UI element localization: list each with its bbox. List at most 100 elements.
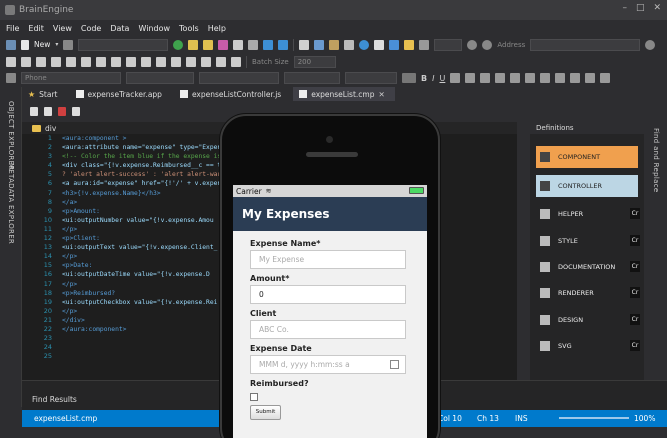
copy-icon[interactable]: [314, 39, 325, 50]
definition-component[interactable]: COMPONENT: [536, 146, 638, 168]
delete-icon[interactable]: [344, 39, 355, 50]
size-select[interactable]: [284, 72, 340, 84]
underline-icon[interactable]: U: [439, 74, 445, 83]
definition-controller[interactable]: CONTROLLER: [536, 175, 638, 197]
doc-edit-icon[interactable]: [44, 107, 52, 116]
paste-icon[interactable]: [329, 39, 340, 50]
settings-icon[interactable]: [404, 39, 415, 50]
print-icon[interactable]: [248, 39, 259, 50]
help-icon[interactable]: [389, 39, 400, 50]
play-icon[interactable]: [21, 56, 31, 67]
calendar-icon[interactable]: [390, 360, 399, 369]
doc-refresh-icon[interactable]: [72, 107, 80, 116]
new-button[interactable]: New: [34, 40, 50, 49]
create-button[interactable]: Cr: [630, 340, 640, 351]
grid-icon[interactable]: [81, 56, 91, 67]
definition-helper[interactable]: HELPER Cr: [536, 203, 640, 225]
undo-icon[interactable]: [263, 39, 274, 50]
minimize-button[interactable]: –: [622, 3, 627, 13]
menu-edit[interactable]: Edit: [28, 24, 44, 33]
import-icon[interactable]: [156, 56, 166, 67]
tab-expense-list-controller[interactable]: expenseListController.js: [173, 87, 292, 101]
create-button[interactable]: Cr: [630, 287, 640, 298]
maximize-button[interactable]: □: [636, 3, 645, 13]
align-left-icon[interactable]: [465, 73, 476, 83]
expense-name-input[interactable]: My Expense: [250, 250, 406, 269]
menu-file[interactable]: File: [6, 24, 19, 33]
close-doc-icon[interactable]: [63, 39, 74, 50]
close-button[interactable]: ✕: [653, 3, 661, 13]
zoom-combo[interactable]: [434, 38, 463, 51]
table-icon[interactable]: [66, 56, 76, 67]
run-icon[interactable]: [173, 39, 184, 50]
align-right-icon[interactable]: [495, 73, 506, 83]
definition-documentation[interactable]: DOCUMENTATION Cr: [536, 256, 640, 278]
redo-icon[interactable]: [278, 39, 289, 50]
solution-combo[interactable]: [78, 38, 169, 51]
save-icon[interactable]: [218, 39, 229, 50]
definition-renderer[interactable]: RENDERER Cr: [536, 282, 640, 304]
list-icon[interactable]: [96, 56, 106, 67]
query-icon[interactable]: [186, 56, 196, 67]
align-center-icon[interactable]: [480, 73, 491, 83]
menu-tools[interactable]: Tools: [179, 24, 199, 33]
indent-icon[interactable]: [555, 73, 566, 83]
new-file-icon[interactable]: [21, 39, 29, 50]
find-and-replace-tab[interactable]: Find and Replace: [652, 128, 660, 192]
sort-icon[interactable]: [126, 56, 136, 67]
go-icon[interactable]: [645, 39, 656, 50]
zoom-slider[interactable]: [559, 417, 629, 419]
stop-icon[interactable]: [6, 56, 16, 67]
rollback-icon[interactable]: [231, 56, 241, 67]
link-icon[interactable]: [585, 73, 596, 83]
object-explorer-tab[interactable]: OBJECT EXPLORER: [7, 101, 15, 170]
record-icon[interactable]: [51, 56, 61, 67]
menu-code[interactable]: Code: [81, 24, 101, 33]
justify-icon[interactable]: [510, 73, 521, 83]
export-icon[interactable]: [141, 56, 151, 67]
create-button[interactable]: Cr: [630, 235, 640, 246]
cut-icon[interactable]: [299, 39, 310, 50]
create-button[interactable]: Cr: [630, 261, 640, 272]
tab-start[interactable]: ★ Start: [22, 87, 68, 101]
folder-icon[interactable]: [203, 39, 214, 50]
italic-icon[interactable]: I: [432, 74, 434, 83]
definition-svg[interactable]: SVG Cr: [536, 335, 640, 357]
definition-style[interactable]: STYLE Cr: [536, 230, 640, 252]
device-select[interactable]: Phone: [21, 72, 121, 84]
tab-expense-list-cmp[interactable]: expenseList.cmp ✕: [293, 87, 395, 101]
menu-data[interactable]: Data: [110, 24, 129, 33]
numbering-icon[interactable]: [540, 73, 551, 83]
definition-design[interactable]: DESIGN Cr: [536, 309, 640, 331]
forward-icon[interactable]: [482, 39, 493, 50]
create-button[interactable]: Cr: [630, 314, 640, 325]
client-input[interactable]: ABC Co.: [250, 320, 406, 339]
commit-icon[interactable]: [216, 56, 226, 67]
submit-button[interactable]: Submit: [250, 405, 281, 420]
reimbursed-checkbox[interactable]: [250, 393, 258, 401]
menu-view[interactable]: View: [53, 24, 72, 33]
save-all-icon[interactable]: [233, 39, 244, 50]
close-tab-icon[interactable]: ✕: [378, 90, 384, 99]
project-icon[interactable]: [6, 39, 16, 50]
bold-icon[interactable]: B: [421, 74, 427, 83]
expense-date-input[interactable]: MMM d, yyyy h:mm:ss a: [250, 355, 406, 374]
create-button[interactable]: Cr: [630, 208, 640, 219]
globe-icon[interactable]: [359, 39, 370, 50]
image-icon[interactable]: [600, 73, 611, 83]
menu-window[interactable]: Window: [138, 24, 170, 33]
address-input[interactable]: [530, 38, 641, 51]
filter-icon[interactable]: [111, 56, 121, 67]
plugin-icon[interactable]: [419, 39, 430, 50]
back-icon[interactable]: [467, 39, 478, 50]
open-folder-icon[interactable]: [188, 39, 199, 50]
style-select[interactable]: [345, 72, 397, 84]
outdent-icon[interactable]: [570, 73, 581, 83]
chevron-down-icon[interactable]: ▾: [55, 41, 58, 48]
step-icon[interactable]: [36, 56, 46, 67]
database-icon[interactable]: [171, 56, 181, 67]
bullets-icon[interactable]: [525, 73, 536, 83]
metadata-explorer-tab[interactable]: METADATA EXPLORER: [7, 163, 15, 244]
amount-input[interactable]: 0: [250, 285, 406, 304]
menu-help[interactable]: Help: [208, 24, 226, 33]
